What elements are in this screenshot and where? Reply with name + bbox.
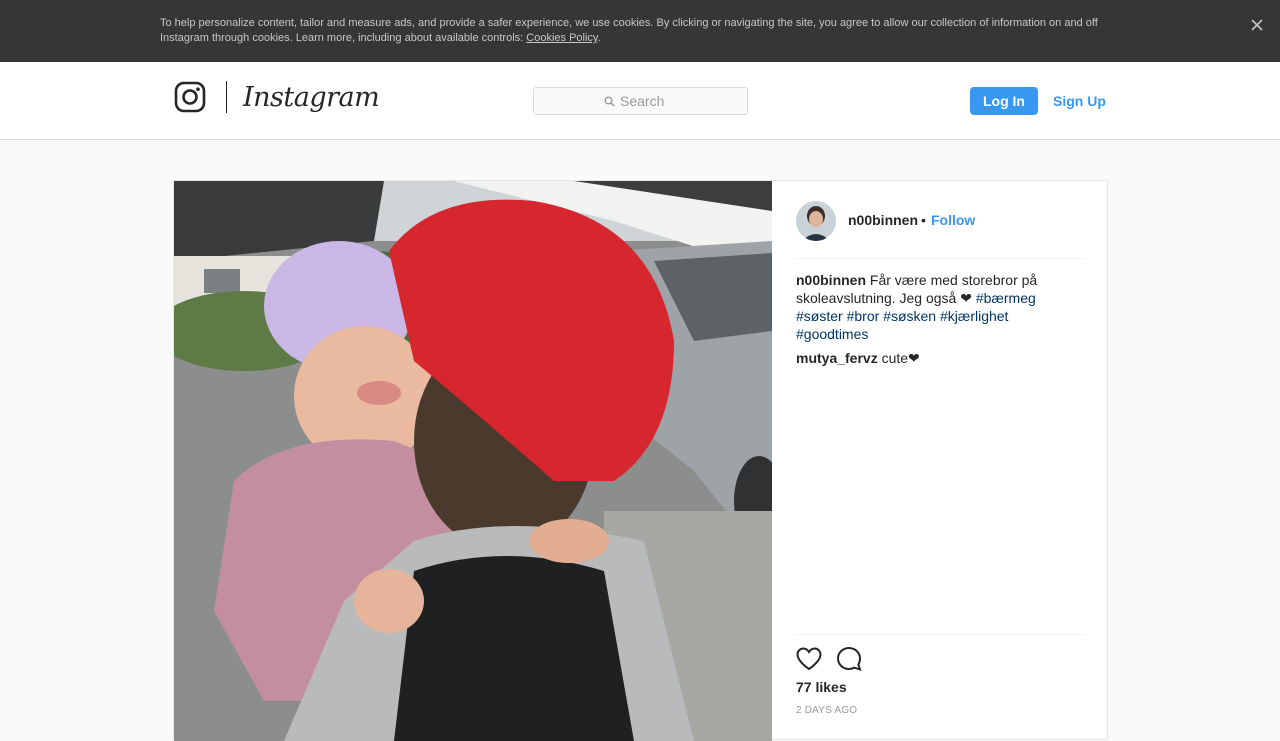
log-in-button[interactable]: Log In	[970, 87, 1038, 115]
search-icon	[604, 96, 615, 107]
search-input[interactable]	[620, 91, 740, 111]
cookie-notice-text: To help personalize content, tailor and …	[160, 16, 1120, 46]
author-username[interactable]: n00binnen	[848, 212, 918, 228]
sign-up-link[interactable]: Sign Up	[1053, 87, 1106, 115]
cookies-policy-link[interactable]: Cookies Policy	[526, 32, 597, 44]
likes-count[interactable]: 77 likes	[796, 679, 847, 695]
close-icon[interactable]	[1246, 14, 1268, 36]
comment-username[interactable]: mutya_fervz	[796, 350, 878, 366]
heart-icon[interactable]	[796, 647, 822, 671]
hashtag-link[interactable]: #bror	[847, 308, 880, 324]
caption-username[interactable]: n00binnen	[796, 272, 866, 288]
comment-item: mutya_fervz cute❤	[796, 349, 1056, 367]
hashtag-link[interactable]: #søster	[796, 308, 843, 324]
post-timestamp[interactable]: 2 DAYS AGO	[796, 705, 857, 716]
author-avatar[interactable]	[796, 201, 836, 241]
photo-illustration	[174, 181, 772, 741]
cookie-notice-body: To help personalize content, tailor and …	[160, 17, 1098, 44]
caption: n00binnen Får være med storebror på skol…	[796, 271, 1056, 343]
post-photo[interactable]	[174, 181, 772, 741]
hashtag-link[interactable]: #bærmeg	[976, 290, 1036, 306]
hashtag-link[interactable]: #søsken	[883, 308, 936, 324]
post-sidebar: n00binnen • Follow n00binnen Får være me…	[772, 181, 1108, 741]
search-box[interactable]	[533, 87, 748, 115]
separator-dot: •	[921, 212, 926, 228]
hashtag-link[interactable]: #goodtimes	[796, 326, 868, 342]
follow-button[interactable]: Follow	[931, 212, 975, 228]
comment-icon[interactable]	[836, 646, 862, 672]
post-card: n00binnen • Follow n00binnen Får være me…	[173, 180, 1108, 741]
instagram-wordmark[interactable]: Instagram	[243, 78, 380, 118]
logo-divider	[226, 81, 227, 113]
cookie-banner: To help personalize content, tailor and …	[0, 0, 1280, 62]
comment-list: n00binnen Får være med storebror på skol…	[796, 271, 1056, 373]
site-header: Instagram Log In Sign Up	[0, 62, 1280, 140]
instagram-glyph-icon[interactable]	[174, 81, 206, 113]
post-header: n00binnen • Follow	[796, 181, 1084, 259]
post-actions: 77 likes 2 DAYS AGO	[796, 634, 1084, 741]
hashtag-link[interactable]: #kjærlighet	[940, 308, 1008, 324]
comment-text: cute❤	[881, 350, 920, 366]
cookie-notice-period: .	[597, 32, 601, 44]
